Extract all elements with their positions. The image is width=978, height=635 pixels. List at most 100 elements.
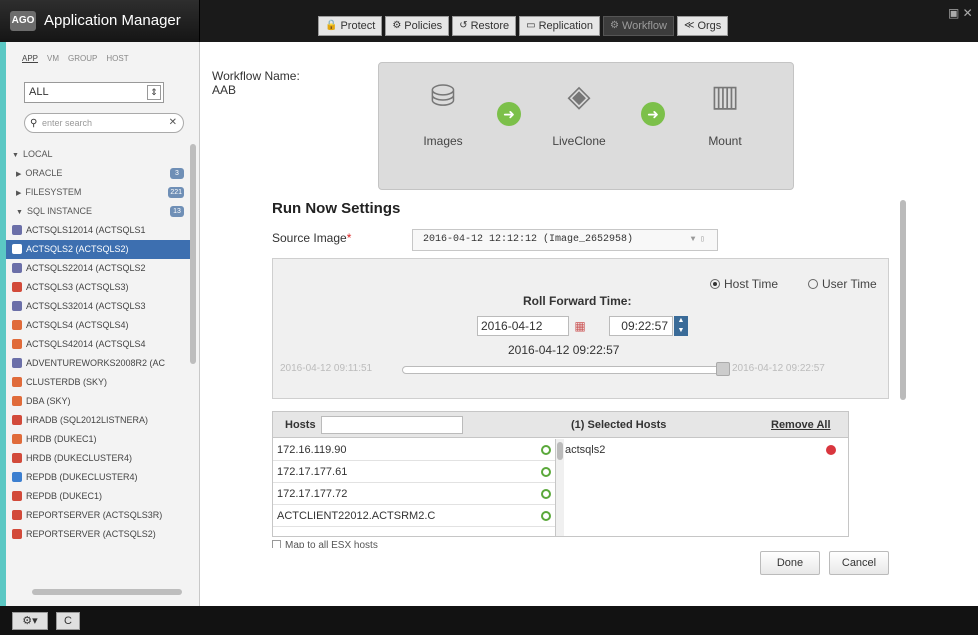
nav-workflow[interactable]: ⚙ Workflow <box>602 16 674 36</box>
sidebar-tab-host[interactable]: HOST <box>106 54 128 63</box>
tree-item[interactable]: ReportServer (ACTSQLS3R) <box>6 506 194 525</box>
add-circle-icon[interactable] <box>541 511 551 521</box>
sidebar-scrollbar[interactable] <box>190 144 196 364</box>
tree-item[interactable]: AdventureWorks2008R2 (AC <box>6 354 194 373</box>
roll-forward-title: Roll Forward Time: <box>523 294 632 308</box>
checkbox-icon[interactable] <box>272 540 281 548</box>
tree-item[interactable]: ACTSQLS2 (ACTSQLS2) <box>6 240 194 259</box>
roll-forward-slider-thumb[interactable] <box>716 362 730 376</box>
tree-item-label: SQL INSTANCE <box>26 206 92 216</box>
tree-item[interactable]: CLUSTERDB (SKY) <box>6 373 194 392</box>
nav-protect[interactable]: 🔒 Protect <box>318 16 383 36</box>
tree-item[interactable]: ACTSQLS42014 (ACTSQLS4 <box>6 335 194 354</box>
add-circle-icon[interactable] <box>541 467 551 477</box>
blocked-icon <box>12 529 22 539</box>
nav-restore[interactable]: ↺ Restore <box>452 16 517 36</box>
tree-item-label: DBA (SKY) <box>26 396 71 406</box>
nav-replication[interactable]: ▭ Replication <box>519 16 600 36</box>
blocked-icon <box>12 491 22 501</box>
search-icon: ⚲ <box>30 118 38 129</box>
search-input[interactable]: ⚲ enter search ✕ <box>24 113 184 133</box>
remove-circle-icon[interactable] <box>826 445 836 455</box>
blocked-icon <box>12 282 22 292</box>
settings-menu-button[interactable]: ⚙▾ <box>12 612 48 630</box>
tree-item[interactable]: HRADB (SQL2012LISTNERA) <box>6 411 194 430</box>
nav-orgs[interactable]: ≪ Orgs <box>676 16 729 36</box>
hosts-filter-input[interactable] <box>321 416 463 434</box>
tree-item-label: ACTSQLS32014 (ACTSQLS3 <box>26 301 146 311</box>
host-row[interactable]: 172.17.177.72 <box>273 483 555 505</box>
tree-item-label: ReportServer (ACTSQLS2) <box>26 529 156 539</box>
caret-right-icon[interactable]: ▶ <box>16 171 21 178</box>
arrow-right-icon: ➜ <box>641 102 665 126</box>
panel-scrollbar[interactable] <box>900 200 906 400</box>
warning-icon <box>12 396 22 406</box>
roll-forward-time-input[interactable]: 09:22:57 <box>609 316 673 336</box>
select-arrow-icon: ⇕ <box>147 85 161 100</box>
roll-forward-slider-track[interactable] <box>402 366 730 374</box>
add-circle-icon[interactable] <box>541 489 551 499</box>
window-controls[interactable]: ▣ ✕ <box>948 6 973 20</box>
tree-item[interactable]: DBA (SKY) <box>6 392 194 411</box>
chevron-down-icon: ▼ ▯ <box>690 235 705 244</box>
cancel-button[interactable]: Cancel <box>829 551 889 575</box>
user-time-radio[interactable]: User Time <box>808 277 877 291</box>
sidebar-tab-group[interactable]: GROUP <box>68 54 97 63</box>
tree-group[interactable]: ▼ SQL INSTANCE 13 <box>6 202 194 221</box>
refresh-button[interactable]: C <box>56 612 80 630</box>
stepper-up-icon[interactable]: ▲ <box>674 316 688 326</box>
host-name: ACTCLIENT22012.ACTSRM2.C <box>277 510 436 522</box>
tree-item[interactable]: ACTSQLS22014 (ACTSQLS2 <box>6 259 194 278</box>
remove-all-link[interactable]: Remove All <box>771 419 831 431</box>
time-stepper[interactable]: ▲ ▼ <box>674 316 688 336</box>
tree-item-label: ACTSQLS2 (ACTSQLS2) <box>26 244 129 254</box>
scope-select[interactable]: ALL ⇕ <box>24 82 164 103</box>
blocked-icon <box>12 453 22 463</box>
restore-icon: ↺ <box>459 20 468 31</box>
tree-item-label: ACTSQLS42014 (ACTSQLS4 <box>26 339 146 349</box>
hosts-header: Hosts (1) Selected Hosts Remove All <box>273 412 848 438</box>
step-label-mount: Mount <box>708 134 742 148</box>
roll-forward-value: 2016-04-12 09:22:57 <box>508 343 620 357</box>
selected-hosts-label: (1) Selected Hosts <box>571 419 667 431</box>
selected-host-row[interactable]: actsqls2 <box>565 439 848 461</box>
tree-group[interactable]: ▶ FILESYSTEM 221 <box>6 183 194 202</box>
tree-group[interactable]: ▼ LOCAL <box>6 145 194 164</box>
source-image-select[interactable]: 2016-04-12 12:12:12 (Image_2652958) ▼ ▯ <box>412 229 718 251</box>
tree-item[interactable]: REPDB (DUKECLUSTER4) <box>6 468 194 487</box>
host-row[interactable]: 172.16.119.90 <box>273 439 555 461</box>
map-esx-checkbox[interactable]: Map to all ESX hosts <box>272 540 378 548</box>
stepper-down-icon[interactable]: ▼ <box>674 326 688 336</box>
tree-item[interactable]: ACTSQLS32014 (ACTSQLS3 <box>6 297 194 316</box>
sidebar: APP VM GROUP HOST ALL ⇕ ⚲ enter search ✕ ▼ L… <box>0 42 200 606</box>
tree-item[interactable]: REPDB (DUKEC1) <box>6 487 194 506</box>
sidebar-tab-vm[interactable]: VM <box>47 54 59 63</box>
hosts-scrollbar[interactable] <box>556 439 564 536</box>
tree-item[interactable]: ACTSQLS3 (ACTSQLS3) <box>6 278 194 297</box>
nav-policies[interactable]: ⚙ Policies <box>385 16 450 36</box>
tree-item[interactable]: HRDB (DUKECLUSTER4) <box>6 449 194 468</box>
tree-item[interactable]: ReportServer (ACTSQLS2) <box>6 525 194 544</box>
database-icon <box>12 244 22 254</box>
done-button[interactable]: Done <box>760 551 820 575</box>
tree-group[interactable]: ▶ ORACLE 3 <box>6 164 194 183</box>
warning-icon <box>12 377 22 387</box>
sidebar-hscrollbar[interactable] <box>32 589 182 595</box>
host-row[interactable]: 172.17.177.61 <box>273 461 555 483</box>
tree-item[interactable]: HRDB (DUKEC1) <box>6 430 194 449</box>
tree-item[interactable]: ACTSQLS12014 (ACTSQLS1 <box>6 221 194 240</box>
caret-down-icon[interactable]: ▼ <box>16 209 23 216</box>
caret-right-icon[interactable]: ▶ <box>16 190 21 197</box>
add-circle-icon[interactable] <box>541 445 551 455</box>
sidebar-tab-app[interactable]: APP <box>22 54 38 63</box>
arrow-right-icon: ➜ <box>497 102 521 126</box>
source-image-label: Source Image* <box>272 231 351 245</box>
tree-item[interactable]: ACTSQLS4 (ACTSQLS4) <box>6 316 194 335</box>
roll-forward-date-input[interactable]: 2016-04-12 <box>477 316 569 336</box>
calendar-icon[interactable]: ▦ <box>571 317 589 335</box>
clear-icon[interactable]: ✕ <box>169 114 177 132</box>
host-time-radio[interactable]: Host Time <box>710 277 778 291</box>
tree-item-label: ACTSQLS3 (ACTSQLS3) <box>26 282 129 292</box>
host-row[interactable]: ACTCLIENT22012.ACTSRM2.C <box>273 505 555 527</box>
caret-down-icon[interactable]: ▼ <box>12 152 19 159</box>
